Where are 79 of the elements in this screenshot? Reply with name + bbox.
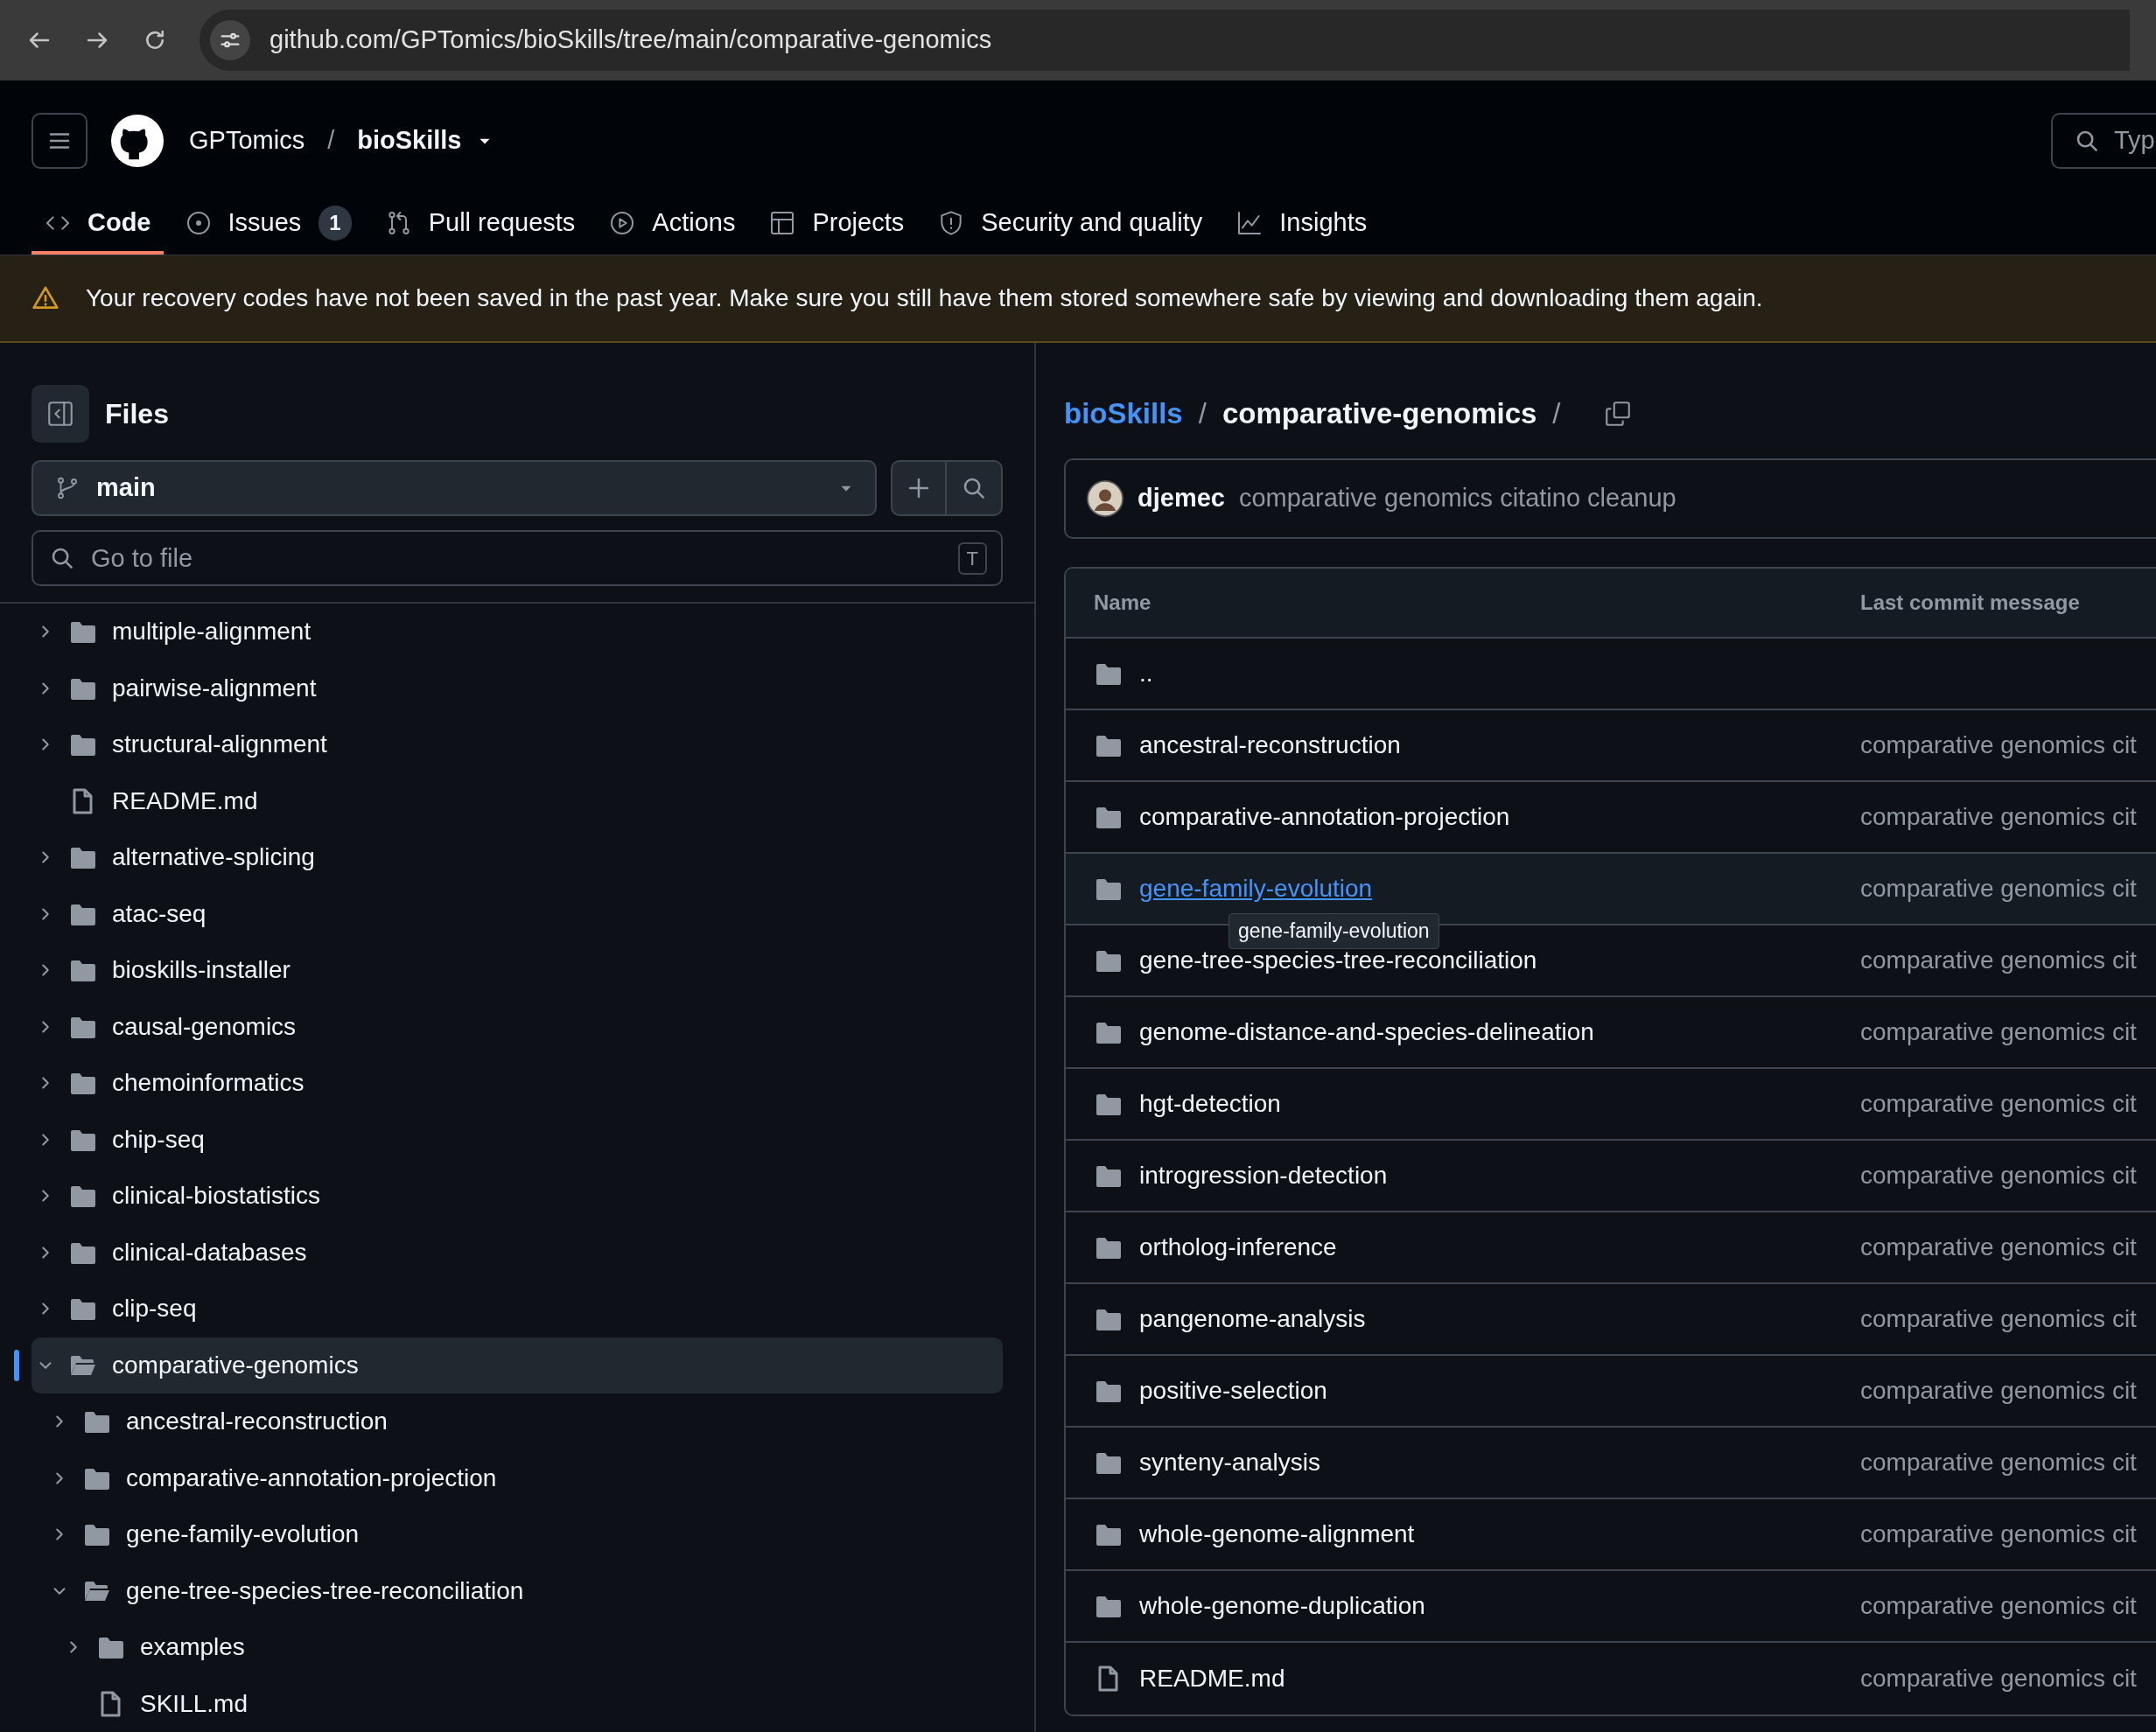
- nav-tab[interactable]: Projects: [756, 194, 917, 255]
- file-link[interactable]: ancestral-reconstruction: [1139, 727, 1401, 764]
- commit-message: comparative genomics cit: [1860, 1664, 2137, 1694]
- tree-item[interactable]: multiple-alignment: [32, 604, 1003, 660]
- sidebar-icon: [46, 399, 75, 429]
- tree-item[interactable]: atac-seq: [32, 885, 1003, 942]
- banner-message: Your recovery codes have not been saved in the past year. Make sure you still have them stored somewhere safe by viewing and downloading them again.: [86, 283, 1763, 313]
- tree-item[interactable]: pairwise-alignment: [32, 660, 1003, 716]
- tree-item[interactable]: README.md: [32, 772, 1003, 829]
- tree-item[interactable]: causal-genomics: [32, 998, 1003, 1055]
- path-separator: /: [327, 125, 335, 157]
- current-folder: comparative-genomics: [1222, 396, 1537, 432]
- selection-indicator: [14, 1349, 19, 1381]
- file-link[interactable]: pangenome-analysis: [1139, 1301, 1366, 1337]
- tree-item[interactable]: clip-seq: [32, 1281, 1003, 1337]
- file-link[interactable]: gene-family-evolution: [1139, 870, 1373, 907]
- owner-link[interactable]: GPTomics: [189, 122, 305, 160]
- commit-message: comparative genomics citatino cleanup: [1238, 483, 1676, 514]
- commit-message: comparative genomics cit: [1860, 1376, 2137, 1406]
- nav-tab[interactable]: Security and quality: [925, 194, 1215, 255]
- tree-item[interactable]: clinical-biostatistics: [32, 1168, 1003, 1225]
- tree-item[interactable]: gene-tree-species-tree-reconciliation: [32, 1562, 1003, 1619]
- commit-message: comparative genomics cit: [1860, 1304, 2137, 1334]
- nav-tab[interactable]: Pull requests: [372, 194, 588, 255]
- file-link[interactable]: introgression-detection: [1139, 1157, 1388, 1194]
- tree-item[interactable]: gene-family-evolution: [32, 1506, 1003, 1563]
- issue-count: 1: [318, 205, 352, 241]
- tree-item[interactable]: alternative-splicing: [32, 829, 1003, 886]
- commit-message: comparative genomics cit: [1860, 1448, 2137, 1477]
- column-header: Last commit message: [1860, 590, 2080, 616]
- column-header: Name: [1093, 590, 1152, 616]
- file-link[interactable]: README.md: [1139, 1660, 1285, 1697]
- tree-item[interactable]: SKILL.md: [32, 1675, 1003, 1732]
- tree-item[interactable]: bioskills-installer: [32, 942, 1003, 999]
- nav-tab[interactable]: Actions: [596, 194, 748, 255]
- commit-message: comparative genomics cit: [1860, 1017, 2137, 1047]
- file-link[interactable]: positive-selection: [1139, 1372, 1327, 1409]
- file-link[interactable]: hgt-detection: [1139, 1086, 1281, 1122]
- search-field[interactable]: Typ: [2051, 113, 2156, 169]
- commit-message: comparative genomics cit: [1860, 874, 2137, 904]
- collapse-panel-button[interactable]: [32, 385, 89, 443]
- commit-message: comparative genomics cit: [1860, 1233, 2137, 1262]
- commit-message: comparative genomics cit: [1860, 802, 2137, 832]
- files-title: Files: [105, 397, 169, 431]
- file-link[interactable]: synteny-analysis: [1139, 1444, 1320, 1481]
- file-link[interactable]: genome-distance-and-species-delineation: [1139, 1014, 1594, 1051]
- logo-icon[interactable]: [110, 114, 164, 168]
- file-link[interactable]: whole-genome-duplication: [1139, 1588, 1425, 1624]
- commit-message: comparative genomics cit: [1860, 1591, 2137, 1621]
- breadcrumb-link[interactable]: bioSkills: [1064, 392, 1183, 436]
- file-link[interactable]: comparative-annotation-projection: [1139, 799, 1510, 835]
- url-text: github.com/GPTomics/bioSkills/tree/main/comparative-genomics: [270, 24, 992, 56]
- branch-selector[interactable]: main: [32, 460, 877, 516]
- commit-message: comparative genomics cit: [1860, 1089, 2137, 1119]
- tree-item[interactable]: chip-seq: [32, 1111, 1003, 1168]
- commit-author[interactable]: djemec: [1138, 479, 1225, 518]
- menu-button[interactable]: [32, 113, 88, 169]
- commit-message: comparative genomics cit: [1860, 946, 2137, 975]
- avatar-icon: [1087, 480, 1124, 517]
- nav-tab[interactable]: Insights: [1223, 194, 1380, 255]
- file-link[interactable]: whole-genome-alignment: [1139, 1516, 1415, 1553]
- tree-item[interactable]: ancestral-reconstruction: [32, 1393, 1003, 1450]
- commit-message: comparative genomics cit: [1860, 1519, 2137, 1549]
- shortcut-key: T: [957, 542, 987, 575]
- address-bar[interactable]: github.com/GPTomics/bioSkills/tree/main/comparative-genomics: [200, 10, 2130, 71]
- commit-message: comparative genomics cit: [1860, 1161, 2137, 1191]
- tree-item[interactable]: comparative-annotation-projection: [32, 1449, 1003, 1506]
- tree-item[interactable]: clinical-databases: [32, 1224, 1003, 1281]
- repo-link[interactable]: bioSkills: [357, 122, 462, 160]
- nav-tab[interactable]: Issues 1: [172, 194, 364, 255]
- tree-item[interactable]: chemoinformatics: [32, 1055, 1003, 1112]
- file-link[interactable]: ..: [1139, 655, 1153, 692]
- commit-message: comparative genomics cit: [1860, 730, 2137, 760]
- path-separator: /: [1552, 396, 1561, 432]
- tooltip: gene-family-evolution: [1228, 913, 1439, 949]
- file-link[interactable]: ortholog-inference: [1139, 1229, 1337, 1266]
- tree-item[interactable]: structural-alignment: [32, 716, 1003, 773]
- tree-item[interactable]: examples: [32, 1619, 1003, 1676]
- path-separator: /: [1198, 396, 1207, 432]
